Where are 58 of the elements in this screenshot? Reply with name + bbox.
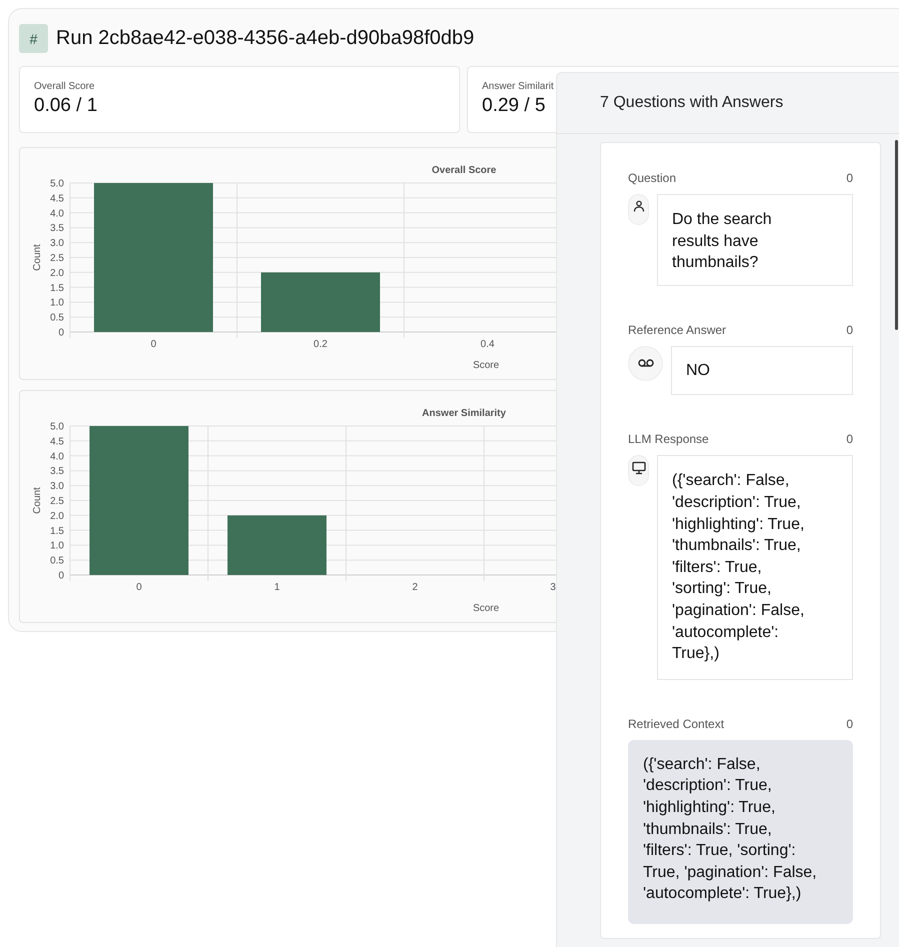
y-tick-label: 2.0: [50, 268, 64, 279]
scrollbar[interactable]: [895, 140, 898, 330]
y-tick-label: 4.5: [50, 193, 64, 204]
score-count: 0: [846, 170, 853, 186]
y-tick-label: 4.0: [50, 451, 64, 462]
x-axis-label: Score: [472, 603, 500, 614]
field-label: Retrieved Context: [628, 716, 724, 732]
x-tick-label: 0.4: [480, 339, 494, 350]
monitor-icon: [628, 455, 649, 486]
x-tick-label: 3: [550, 582, 556, 593]
y-tick-label: 0.5: [50, 312, 64, 324]
message-box: NO: [671, 346, 853, 396]
run-title: Run 2cb8ae42-e038-4356-a4eb-d90ba98f0db9: [56, 27, 474, 50]
y-tick-label: 1.5: [50, 282, 64, 294]
score-count: 0: [846, 322, 853, 338]
x-tick-label: 0: [136, 582, 142, 593]
y-tick-label: 4.0: [50, 208, 64, 220]
y-tick-label: 4.5: [50, 436, 64, 448]
message-box: ({'search': False, 'description': True, 'highlighting': True, 'thumbnails': True, 'filters': True, 'sorting': True, 'pagination': False, 'autocomplete': True},): [657, 455, 853, 680]
y-tick-label: 5.0: [50, 178, 64, 190]
y-tick-label: 0: [58, 570, 64, 582]
field-label: Reference Answer: [628, 322, 726, 338]
panel-title: 7 Questions with Answers: [557, 73, 899, 134]
context-block: ({'search': False, 'description': True, 'highlighting': True, 'thumbnails': True, 'filters': True, 'sorting': True, 'pagination': False, 'autocomplete': True},): [628, 740, 853, 924]
y-tick-label: 1.5: [50, 526, 64, 537]
field-label: LLM Response: [628, 431, 709, 448]
y-tick-label: 3.5: [50, 223, 64, 234]
stat-label: Overall Score: [34, 80, 95, 94]
stat-value: 0.06 / 1: [34, 94, 98, 118]
y-tick-label: 2.5: [50, 253, 64, 264]
person-icon: [628, 194, 649, 225]
chart-title: Overall Score: [432, 165, 496, 176]
score-count: 0: [846, 716, 853, 732]
x-tick-label: 0: [150, 339, 156, 350]
message-box: Do the search results have thumbnails?: [657, 194, 853, 286]
score-count: 0: [846, 431, 853, 448]
y-tick-label: 0: [58, 328, 64, 338]
stat-value: 0.29 / 5: [482, 94, 546, 118]
y-tick-label: 2.0: [50, 510, 64, 522]
x-tick-label: 2: [412, 582, 418, 593]
y-tick-label: 0.5: [50, 556, 64, 567]
y-axis-label: Count: [32, 487, 43, 514]
stat-label: Answer Similarit: [482, 80, 554, 94]
y-tick-label: 5.0: [50, 422, 64, 432]
x-tick-label: 1: [274, 582, 280, 593]
x-axis-label: Score: [472, 360, 500, 371]
y-tick-label: 2.5: [50, 496, 64, 507]
y-tick-label: 1.0: [50, 298, 64, 309]
chart-title: Answer Similarity: [422, 408, 506, 419]
voicemail-icon: [628, 346, 663, 381]
y-tick-label: 3.0: [50, 238, 64, 250]
x-tick-label: 0.2: [314, 339, 328, 350]
field-label: Question: [628, 170, 676, 186]
y-tick-label: 3.0: [50, 481, 64, 492]
y-tick-label: 1.0: [50, 540, 64, 552]
hash-badge: #: [19, 24, 48, 53]
y-axis-label: Count: [32, 244, 43, 271]
y-tick-label: 3.5: [50, 466, 64, 478]
